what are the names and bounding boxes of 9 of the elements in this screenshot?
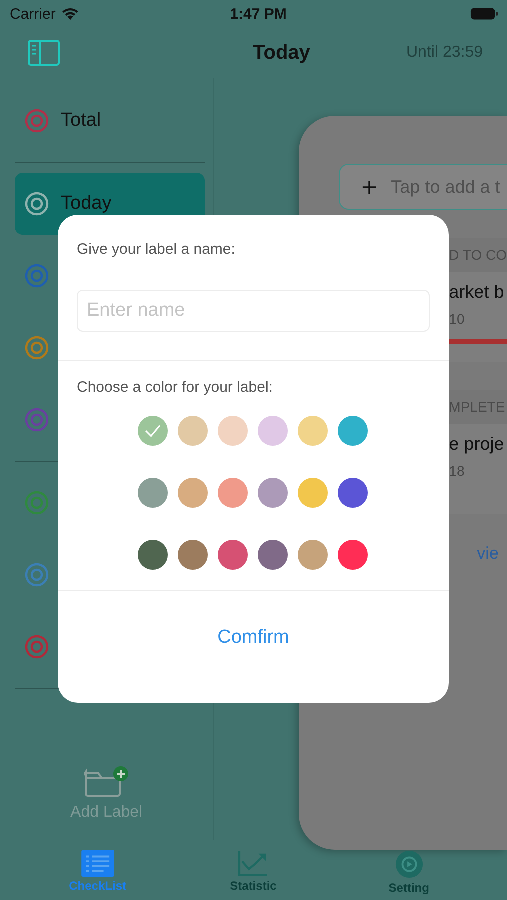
color-prompt: Choose a color for your label:	[77, 379, 274, 396]
status-time: 1:47 PM	[230, 6, 287, 22]
carrier-name: Carrier	[10, 6, 56, 22]
name-prompt: Give your label a name:	[77, 241, 236, 258]
task-date: 18	[449, 463, 466, 479]
task-title: arket b	[449, 282, 506, 303]
task-title: e proje	[449, 434, 506, 455]
screen-title: Today	[252, 42, 312, 64]
task-date: 10	[449, 311, 466, 327]
